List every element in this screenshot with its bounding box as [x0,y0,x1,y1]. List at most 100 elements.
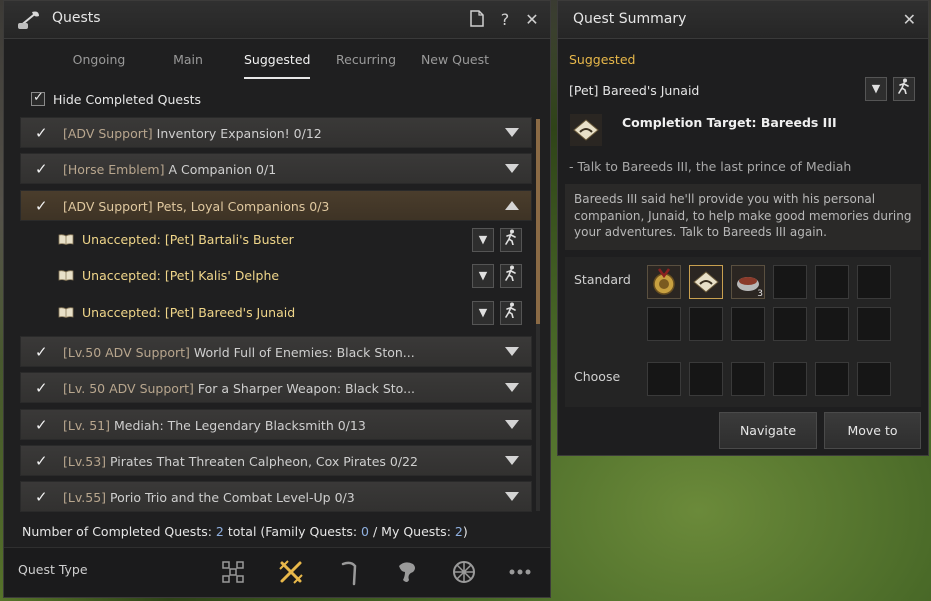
reward-slot-pet[interactable] [689,265,723,299]
count-family: 0 [361,524,369,539]
hide-completed-checkbox[interactable] [31,90,45,106]
book-icon [58,270,74,281]
tab-main[interactable]: Main [168,45,208,79]
quest-type-label: Quest Type [18,562,88,577]
close-icon[interactable]: ✕ [523,10,541,30]
quest-type-bar: Quest Type [4,547,550,597]
sub-quest-item[interactable]: Unaccepted: [Pet] Kalis' Delphe ▼ [20,259,532,295]
choose-slot-empty [731,362,765,396]
walk-icon[interactable] [893,77,915,101]
reward-slot-medal[interactable] [647,265,681,299]
chevron-down-icon[interactable] [505,383,519,392]
chevron-up-icon[interactable] [505,201,519,210]
walk-icon[interactable] [500,301,522,325]
tab-suggested[interactable]: Suggested [244,45,310,79]
quest-tag: [Lv. 50 ADV Support] [63,381,194,396]
walk-icon[interactable] [500,228,522,252]
quest-summary-window: Quest Summary ✕ Suggested [Pet] Bareed's… [557,0,929,456]
document-icon[interactable] [468,10,486,30]
quest-name: A Companion 0/1 [164,162,277,177]
quest-row[interactable]: ✓ [Horse Emblem] A Companion 0/1 [20,153,532,184]
story-box: Bareeds III said he'll provide you with … [565,184,921,250]
quest-tag: [Lv.50 ADV Support] [63,345,190,360]
reward-slot-empty [731,307,765,341]
quest-list-scrollbar[interactable] [536,119,540,511]
seahorse-icon[interactable] [393,558,421,586]
checkmark-icon: ✓ [35,488,48,506]
more-icon[interactable] [506,558,534,586]
chevron-down-icon[interactable] [505,456,519,465]
count-suffix: ) [462,524,468,539]
grid-icon[interactable] [219,558,247,586]
quests-window: Quests ? ✕ Ongoing Main Suggested Recurr… [3,0,551,598]
summary-titlebar[interactable]: Quest Summary ✕ [558,1,928,39]
medal-icon [653,268,675,295]
move-to-button[interactable]: Move to [824,412,921,449]
count-total: 2 [215,524,224,539]
navigate-button[interactable]: Navigate [719,412,817,449]
help-icon[interactable]: ? [496,10,514,30]
checkmark-icon: ✓ [35,379,48,397]
chevron-down-icon[interactable]: ▼ [472,264,494,288]
completion-target: Completion Target: Bareeds III [622,115,837,130]
quest-title: [Horse Emblem] A Companion 0/1 [63,162,276,177]
quest-title: [ADV Support] Inventory Expansion! 0/12 [63,126,322,141]
tab-new-quest[interactable]: New Quest [420,45,490,79]
crossed-swords-icon[interactable] [277,558,305,586]
count-my: 2 [454,524,463,539]
quest-row-expanded[interactable]: ✓ [ADV Support] Pets, Loyal Companions 0… [20,190,532,221]
quest-tag: [ADV Support] [63,199,153,214]
reward-slot-empty [773,265,807,299]
scrollbar-thumb[interactable] [536,119,540,324]
quest-tag: [Lv. 51] [63,418,110,433]
reward-slot-empty [857,307,891,341]
quest-row[interactable]: ✓ [ADV Support] Inventory Expansion! 0/1… [20,117,532,148]
tab-ongoing[interactable]: Ongoing [44,45,154,79]
chevron-down-icon[interactable] [505,347,519,356]
sub-quest-item[interactable]: Unaccepted: [Pet] Bareed's Junaid ▼ [20,296,532,332]
chevron-down-icon[interactable] [505,420,519,429]
chevron-down-icon[interactable] [505,164,519,173]
quests-title: Quests [52,10,101,26]
quest-title: [Lv.50 ADV Support] World Full of Enemie… [63,345,415,360]
count-prefix: Number of Completed Quests: [22,524,216,539]
quest-tabs: Ongoing Main Suggested Recurring New Que… [44,45,524,79]
wheel-icon[interactable] [450,558,478,586]
choose-slot-empty [773,362,807,396]
reward-slot-empty [815,265,849,299]
chevron-down-icon[interactable] [505,492,519,501]
close-icon[interactable]: ✕ [903,10,916,29]
quest-row[interactable]: ✓ [Lv.55] Porio Trio and the Combat Leve… [20,481,532,512]
reward-slot-empty [647,307,681,341]
walk-icon[interactable] [500,264,522,288]
book-icon [58,307,74,318]
quest-name: For a Sharper Weapon: Black Sto... [193,381,416,396]
sub-quest-label: Unaccepted: [Pet] Bartali's Buster [82,232,294,247]
quest-name: Inventory Expansion! 0/12 [152,126,322,141]
tab-recurring[interactable]: Recurring [334,45,398,79]
reward-slot-food[interactable]: 3 [731,265,765,299]
book-icon [58,234,74,245]
sub-quest-label: Unaccepted: [Pet] Bareed's Junaid [82,305,296,320]
chevron-down-icon[interactable]: ▼ [472,228,494,252]
sub-quest-item[interactable]: Unaccepted: [Pet] Bartali's Buster ▼ [20,223,532,259]
completed-count: Number of Completed Quests: 2 total (Fam… [22,524,468,539]
scroll-quill-icon [18,11,39,29]
count-mid1: total (Family Quests: [223,524,362,539]
chevron-down-icon[interactable]: ▼ [472,301,494,325]
quest-name: Pets, Loyal Companions 0/3 [152,199,330,214]
quest-row[interactable]: ✓ [Lv.50 ADV Support] World Full of Enem… [20,336,532,367]
quest-row[interactable]: ✓ [Lv.53] Pirates That Threaten Calpheon… [20,445,532,476]
quest-row[interactable]: ✓ [Lv. 51] Mediah: The Legendary Blacksm… [20,409,532,440]
chevron-down-icon[interactable]: ▼ [865,77,887,101]
quest-tag: [ADV Support] [63,126,153,141]
reward-box: Standard Choose 3 [565,257,921,407]
quests-titlebar[interactable]: Quests ? ✕ [4,1,550,39]
npc-portrait-icon [570,114,602,146]
quest-row[interactable]: ✓ [Lv. 50 ADV Support] For a Sharper Wea… [20,372,532,403]
choose-slot-empty [647,362,681,396]
pickaxe-icon[interactable] [335,558,363,586]
quest-name: Mediah: The Legendary Blacksmith 0/13 [110,418,366,433]
reward-count: 3 [757,289,763,299]
chevron-down-icon[interactable] [505,128,519,137]
